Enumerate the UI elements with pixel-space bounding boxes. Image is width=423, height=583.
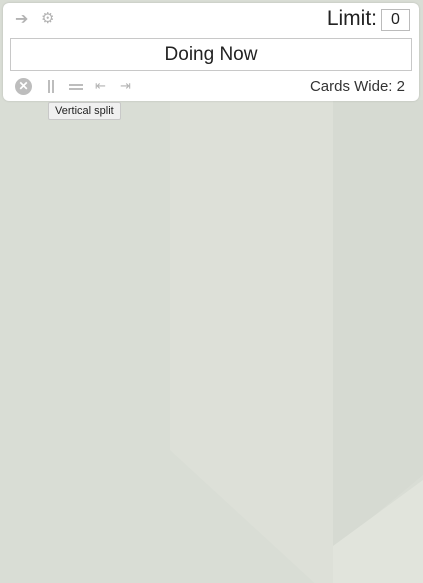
close-icon[interactable]: ✕ [15, 78, 32, 95]
horizontal-split-icon[interactable] [69, 84, 83, 90]
horizontal-split-bar [69, 84, 83, 86]
gear-icon[interactable]: ⚙ [41, 11, 54, 27]
kanban-board: ➔ ⚙ Limit: ✕ ⇤ ⇥ Cards Wide: 2 Vertical … [0, 0, 423, 583]
vertical-split-bar [48, 80, 50, 93]
move-left-icon[interactable]: ⇤ [95, 78, 106, 94]
column-header-panel: ➔ ⚙ Limit: ✕ ⇤ ⇥ Cards Wide: 2 [3, 3, 419, 101]
move-right-icon[interactable]: ⇥ [120, 78, 131, 94]
column-title-input[interactable] [10, 38, 412, 71]
cards-wide-label: Cards Wide: 2 [309, 78, 405, 95]
column-header-top-row: ➔ ⚙ Limit: [3, 3, 419, 37]
background-shape [170, 100, 333, 583]
vertical-split-icon[interactable] [48, 80, 54, 93]
column-toolbar: ✕ ⇤ ⇥ Cards Wide: 2 [3, 76, 419, 98]
limit-label: Limit: [326, 7, 377, 30]
tooltip: Vertical split [48, 102, 121, 120]
vertical-split-bar [52, 80, 54, 93]
limit-input[interactable] [381, 9, 410, 31]
arrow-right-icon[interactable]: ➔ [15, 12, 28, 28]
horizontal-split-bar [69, 88, 83, 90]
